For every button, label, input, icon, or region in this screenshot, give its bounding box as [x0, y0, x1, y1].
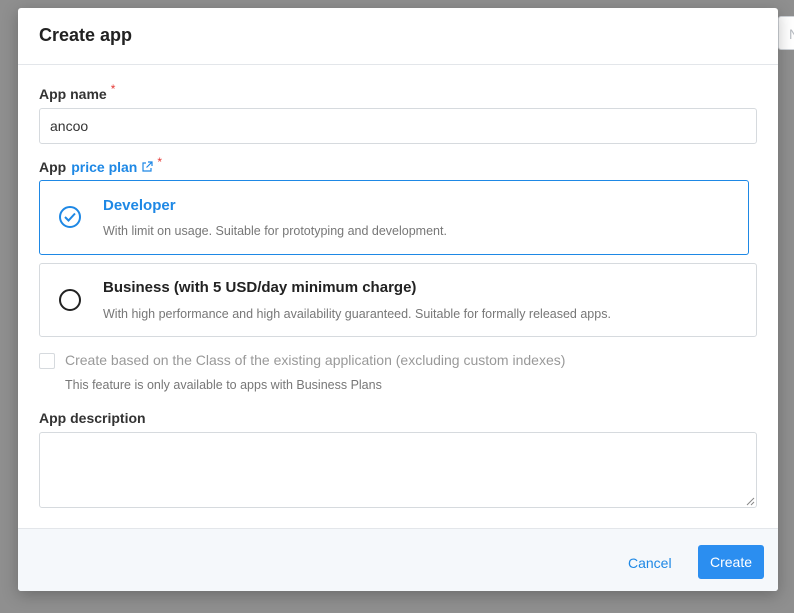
check-icon	[64, 212, 76, 222]
dialog-footer: Cancel Create	[18, 528, 778, 591]
background-input-partial: N	[778, 16, 794, 50]
clone-class-checkbox[interactable]	[39, 353, 55, 369]
app-description-textarea[interactable]	[39, 432, 757, 508]
dialog-header: Create app	[18, 8, 778, 65]
clone-class-label: Create based on the Class of the existin…	[65, 352, 566, 368]
radio-selected-icon[interactable]	[59, 206, 81, 228]
required-marker: *	[110, 82, 116, 96]
app-name-label-text: App name	[39, 86, 107, 102]
plan-description: With high performance and high availabil…	[103, 307, 611, 321]
radio-unselected-icon[interactable]	[59, 289, 81, 311]
create-button[interactable]: Create	[698, 545, 764, 579]
price-plan-link-text: price plan	[71, 159, 138, 175]
price-plan-link[interactable]: price plan	[71, 159, 153, 175]
app-name-input[interactable]: ancoo	[39, 108, 757, 144]
app-name-label: App name *	[39, 82, 115, 102]
create-app-dialog: Create app App name * ancoo App price pl…	[18, 8, 778, 591]
plan-description: With limit on usage. Suitable for protot…	[103, 224, 447, 238]
plan-option-business[interactable]: Business (with 5 USD/day minimum charge)…	[39, 263, 757, 337]
required-marker: *	[157, 155, 163, 169]
dialog-title: Create app	[39, 25, 133, 45]
clone-class-help-text: This feature is only available to apps w…	[65, 378, 382, 392]
price-plan-label: App price plan *	[39, 155, 162, 175]
plan-title: Business (with 5 USD/day minimum charge)	[103, 279, 417, 296]
external-link-icon	[142, 161, 153, 172]
resize-handle-icon[interactable]	[746, 497, 755, 506]
app-description-label-text: App description	[39, 410, 146, 426]
plan-title: Developer	[103, 197, 176, 214]
app-description-label: App description	[39, 410, 146, 426]
cancel-button[interactable]: Cancel	[622, 546, 678, 580]
plan-option-developer[interactable]: Developer With limit on usage. Suitable …	[39, 180, 749, 255]
price-plan-label-prefix: App	[39, 159, 67, 175]
background-input-text: N	[789, 26, 794, 42]
